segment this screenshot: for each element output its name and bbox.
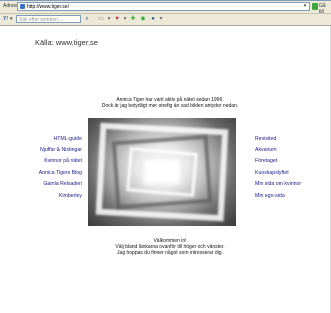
link-njuffar[interactable]: Njuffar & Nistingar <box>2 147 82 153</box>
link-foretaget[interactable]: Företaget <box>255 158 277 164</box>
intro-text: Annica Tiger har varit aktiv på nätet se… <box>30 97 310 109</box>
address-url: http://www.tiger.se/ <box>27 4 69 10</box>
link-html-guide[interactable]: HTML-guide <box>2 136 82 142</box>
info-icon[interactable]: ● <box>150 16 156 22</box>
link-akvarium[interactable]: Akvarium <box>255 147 277 153</box>
toolbar-search-input[interactable]: Sök efter webben ... <box>16 15 81 23</box>
page-favicon-icon <box>20 4 25 9</box>
address-bar: Adress http://www.tiger.se/ ▾ Gå till <box>0 1 331 15</box>
link-blog[interactable]: Annica Tigers Blog <box>2 170 82 176</box>
link-kunskapslyftet[interactable]: Kunskapslyftet <box>255 170 289 176</box>
link-kimberley[interactable]: Kimberley <box>2 193 82 199</box>
link-ego-sida[interactable]: Min ego-sida <box>255 193 285 199</box>
search-toolbar: Y! ▾ Sök efter webben ... ⌕ · ▭ ▾ ♥ ▾ ✚ … <box>0 14 331 26</box>
address-dropdown-icon[interactable]: ▾ <box>302 3 308 10</box>
plus-icon[interactable]: ✚ <box>130 16 136 22</box>
link-revisited[interactable]: Revisited <box>255 136 276 142</box>
link-kvinnor[interactable]: Kvinnor på nätet <box>2 158 82 164</box>
welcome-line: Jag hoppas du finner något som intresser… <box>117 250 223 256</box>
bookmark-icon[interactable]: ▭ <box>98 16 104 22</box>
link-gamla[interactable]: Gamla Relsaden <box>2 181 82 187</box>
heart-icon[interactable]: ♥ <box>114 16 120 22</box>
go-arrow-icon[interactable] <box>312 3 318 10</box>
address-input[interactable]: http://www.tiger.se/ ▾ <box>17 2 310 11</box>
dropdown-icon-2[interactable]: ▾ <box>122 16 128 22</box>
toolbar-search-placeholder: Sök efter webben ... <box>19 16 64 23</box>
toolbar-logo[interactable]: Y! <box>3 16 8 22</box>
dropdown-icon-3[interactable]: ▾ <box>158 16 164 22</box>
answers-icon[interactable]: ◉ <box>140 16 146 22</box>
welcome-text: Välkommen in! Välj bland länkarna ovanfö… <box>30 238 310 256</box>
toolbar-menu-icon[interactable]: ▾ <box>10 16 13 22</box>
tiger-photo <box>88 118 236 226</box>
dropdown-icon[interactable]: ▾ <box>106 16 112 22</box>
source-caption: Källa: www.tiger.se <box>35 38 98 47</box>
intro-line: Dock är jag betydligt mer otrefig än vad… <box>101 103 239 109</box>
link-min-sida-kvinnor[interactable]: Min sida om kvinnor <box>255 181 301 187</box>
search-icon[interactable]: ⌕ <box>84 16 90 22</box>
